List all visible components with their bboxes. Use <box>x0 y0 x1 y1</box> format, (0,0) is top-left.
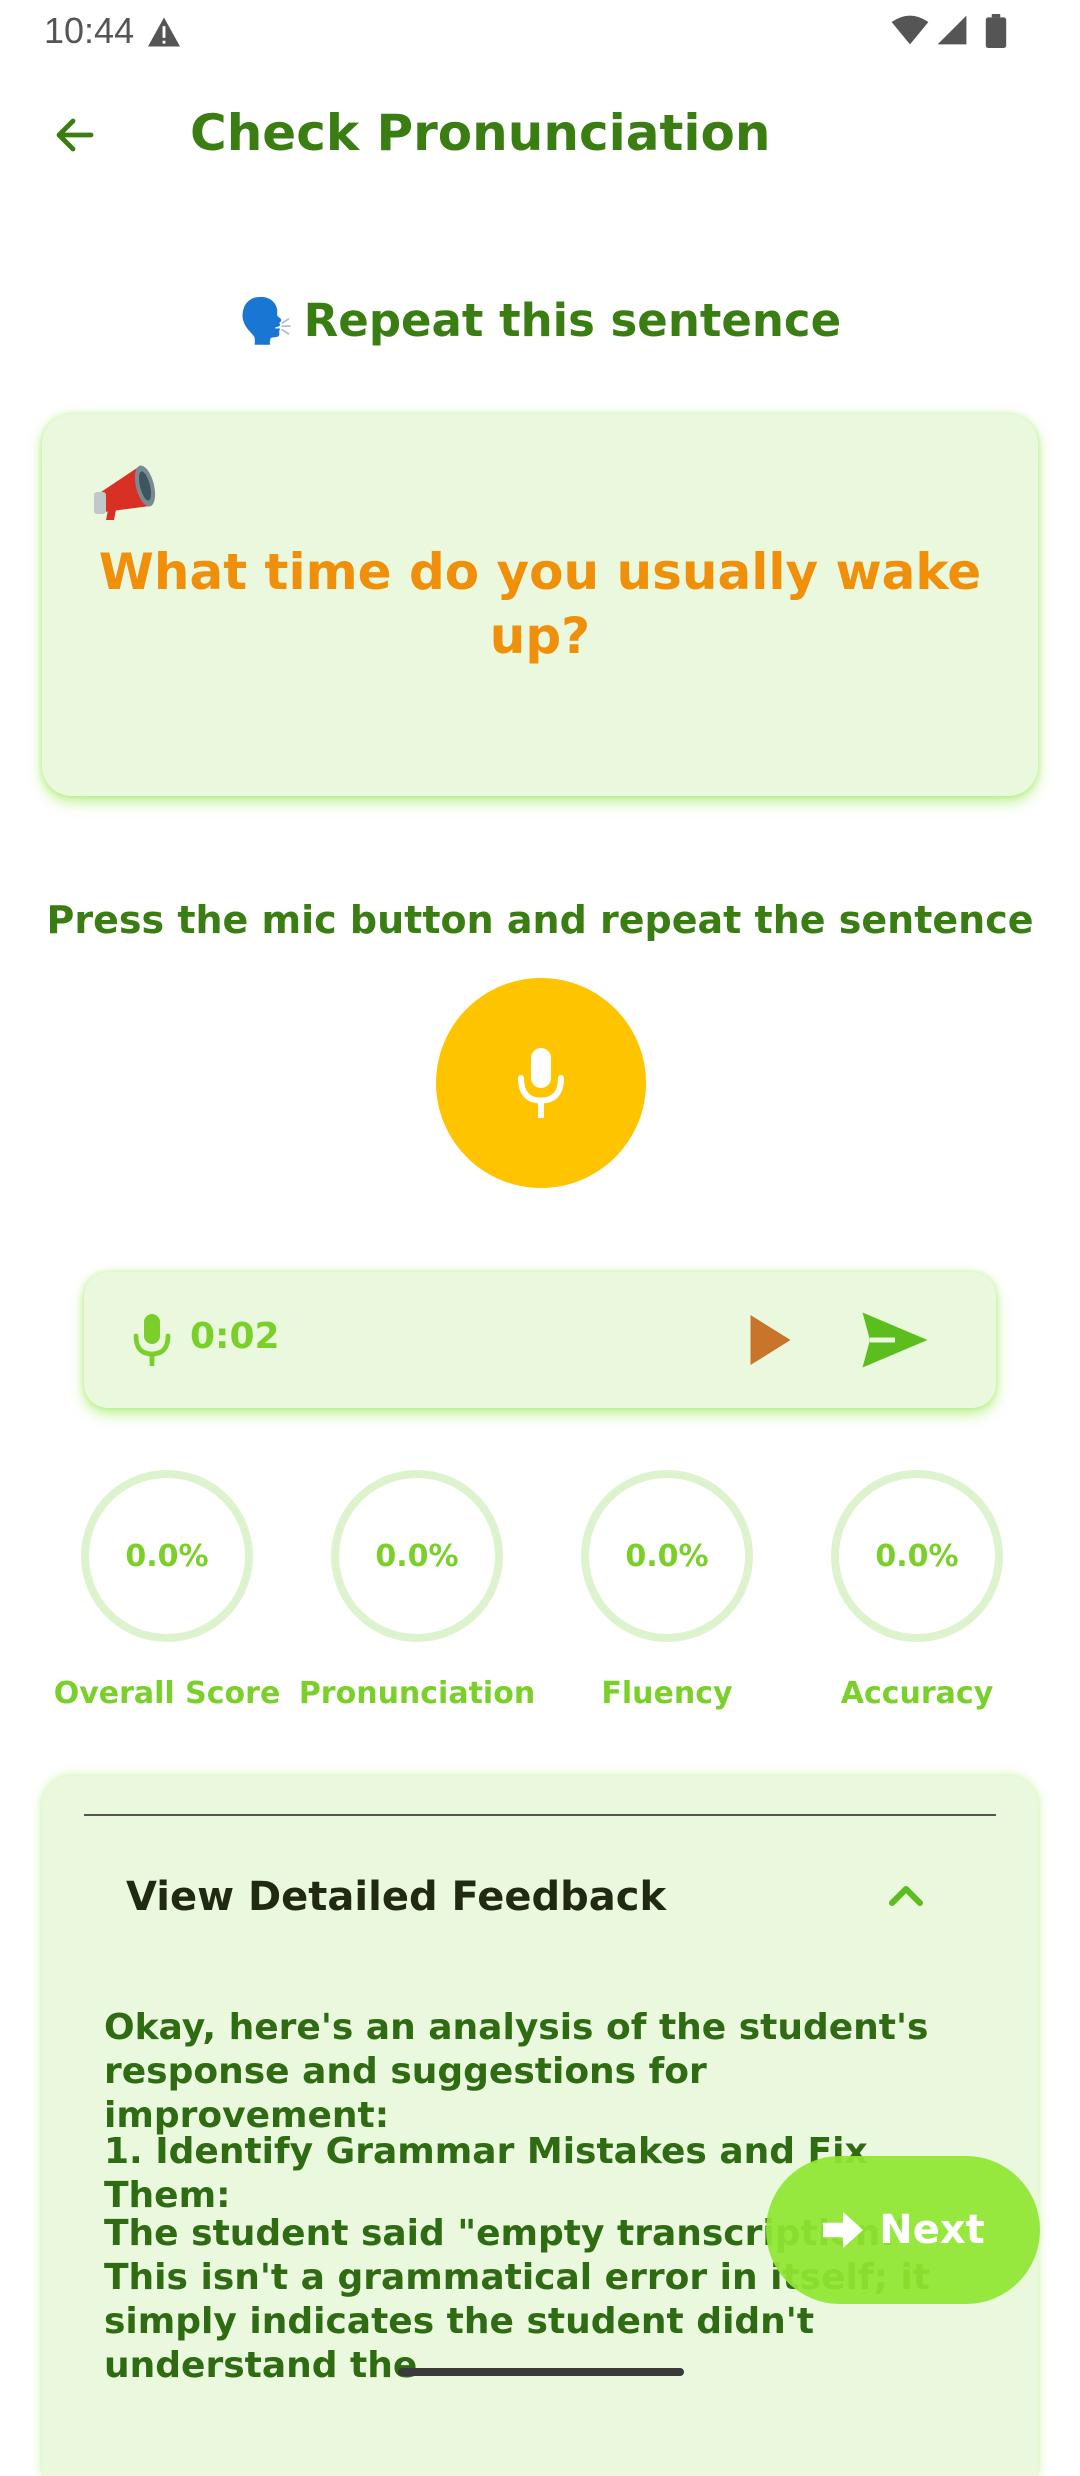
speaking-head-icon: 🗣️ <box>238 296 294 347</box>
mic-instruction: Press the mic button and repeat the sent… <box>46 898 1034 942</box>
arrow-back-icon <box>56 118 94 152</box>
score-ring: 0.0% <box>581 1470 753 1642</box>
prompt-heading-text: Repeat this sentence <box>303 294 842 347</box>
battery-icon <box>985 14 1007 48</box>
mic-button[interactable] <box>436 978 646 1188</box>
score-ring: 0.0% <box>331 1470 503 1642</box>
score-label: Fluency <box>601 1676 733 1711</box>
microphone-icon <box>518 1048 564 1118</box>
signal-icon <box>937 15 967 45</box>
score-label: Accuracy <box>840 1676 994 1711</box>
gesture-bar <box>398 2368 684 2376</box>
recording-mic-icon <box>133 1314 171 1366</box>
send-icon[interactable] <box>860 1310 930 1370</box>
score-label: Overall Score <box>53 1676 281 1711</box>
score-accuracy: 0.0% Accuracy <box>792 1470 1042 1711</box>
megaphone-icon[interactable] <box>88 454 168 524</box>
page-title: Check Pronunciation <box>190 104 771 162</box>
alert-icon <box>148 17 180 47</box>
score-fluency: 0.0% Fluency <box>542 1470 792 1711</box>
next-button[interactable]: Next <box>766 2156 1040 2304</box>
divider <box>84 1814 996 1816</box>
score-pronunciation: 0.0% Pronunciation <box>292 1470 542 1711</box>
status-time: 10:44 <box>44 10 135 51</box>
score-overall: 0.0% Overall Score <box>42 1470 292 1711</box>
feedback-paragraph: Okay, here's an analysis of the student'… <box>104 2007 929 2136</box>
sentence-text: What time do you usually wake up? <box>98 543 982 665</box>
wifi-icon <box>891 15 929 45</box>
recording-bar: 0:02 <box>84 1272 996 1408</box>
feedback-toggle-label[interactable]: View Detailed Feedback <box>126 1874 666 1920</box>
next-button-label: Next <box>879 2207 985 2253</box>
prompt-heading: 🗣️ Repeat this sentence <box>0 294 1080 347</box>
score-label: Pronunciation <box>298 1676 536 1711</box>
score-ring: 0.0% <box>81 1470 253 1642</box>
sentence-card: What time do you usually wake up? <box>42 414 1038 796</box>
play-icon[interactable] <box>740 1310 796 1370</box>
chevron-up-icon[interactable] <box>878 1868 934 1924</box>
arrow-right-icon <box>823 2211 864 2249</box>
recording-duration: 0:02 <box>190 1316 280 1357</box>
score-ring: 0.0% <box>831 1470 1003 1642</box>
back-button[interactable] <box>40 100 110 170</box>
